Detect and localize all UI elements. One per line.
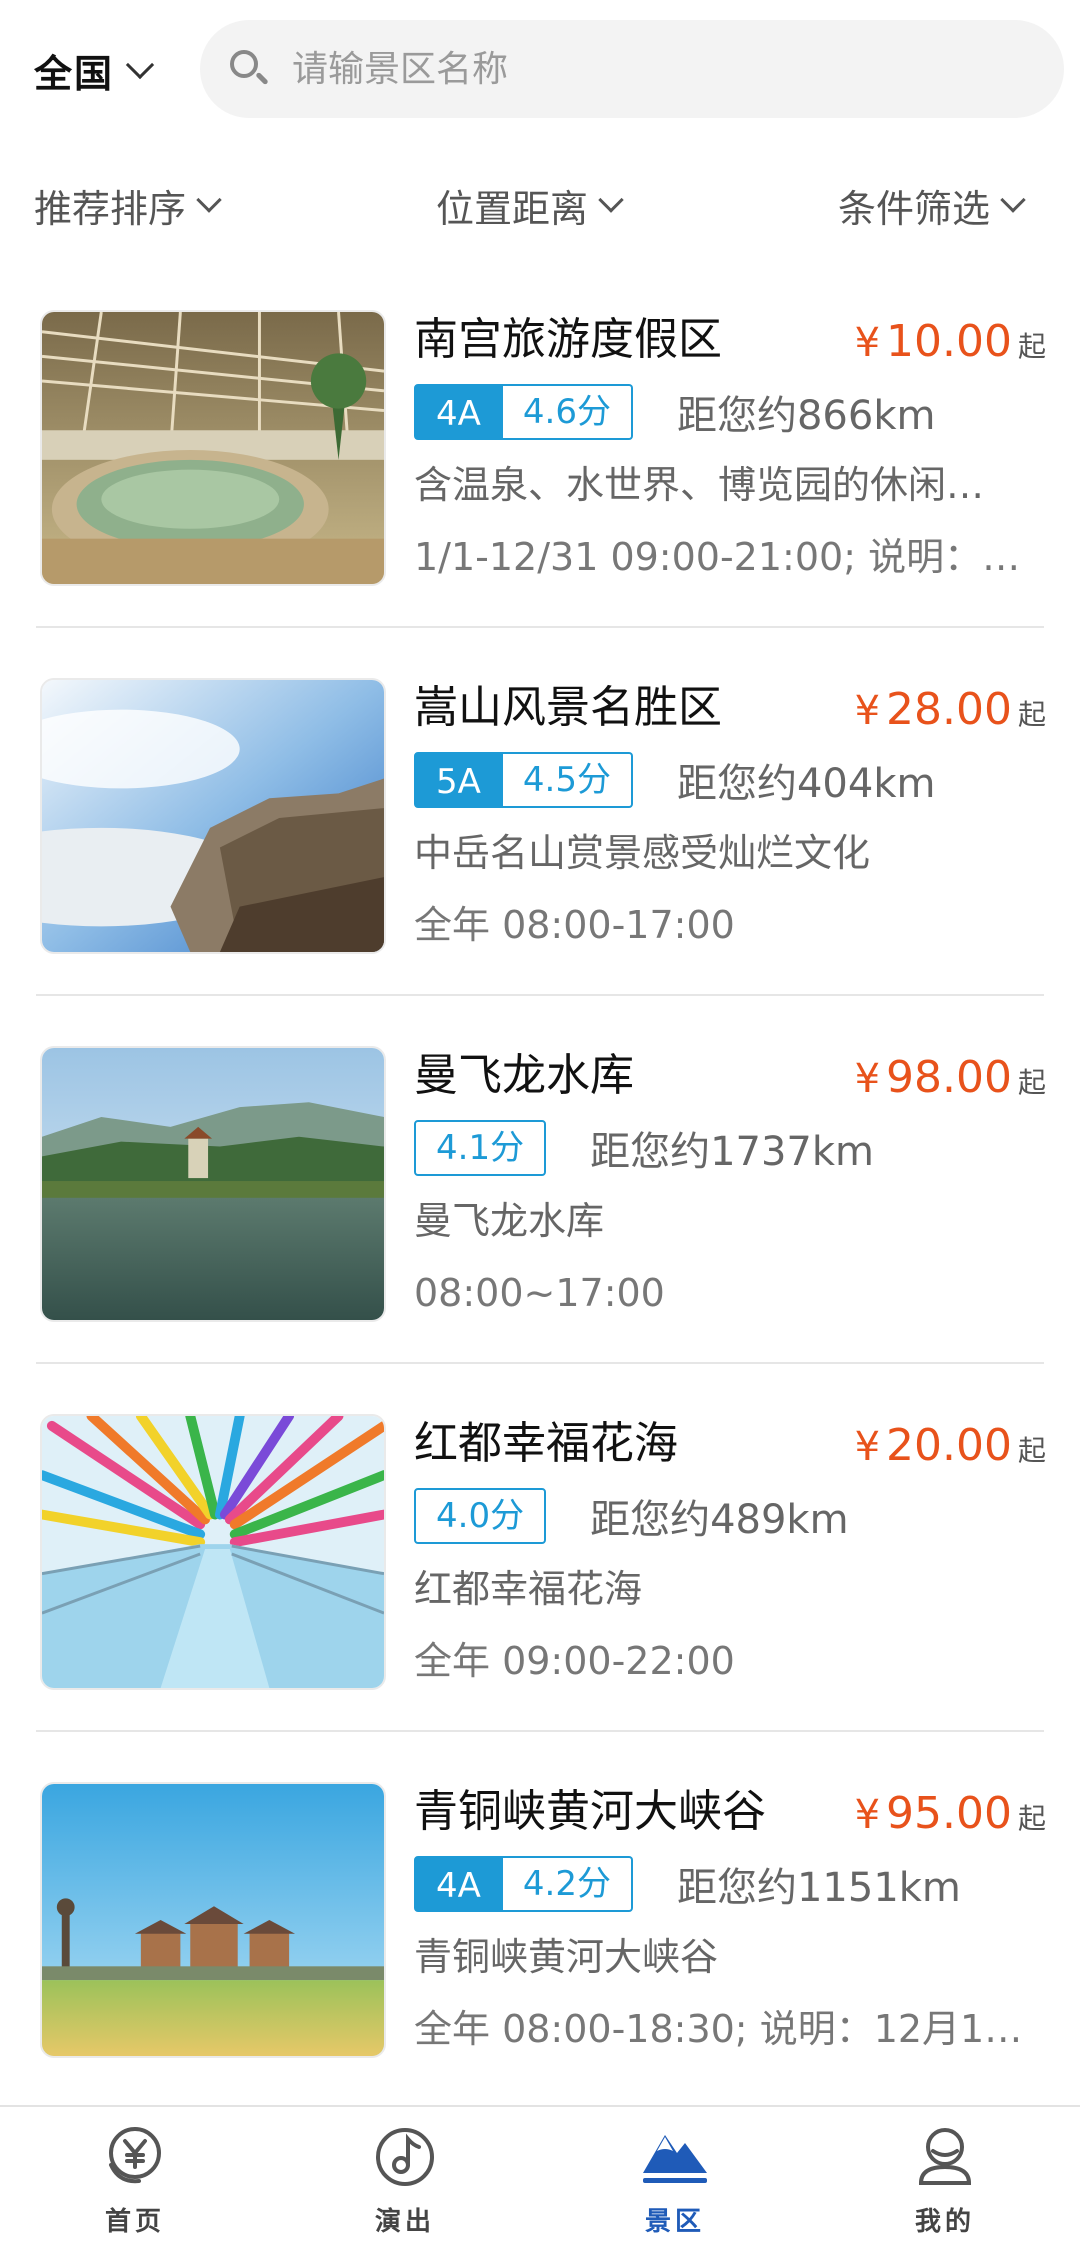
filter-label: 位置距离 <box>436 186 589 231</box>
chevron-down-icon <box>598 187 624 213</box>
item-info: 嵩山风景名胜区 ¥ 28.00 起 5A 4.5分 距您约404km 中岳名山赏… <box>414 678 1046 954</box>
item-tags: 4.1分 距您约1737km <box>414 1120 1046 1176</box>
scenic-thumbnail <box>40 1046 386 1322</box>
tab-label: 我的 <box>914 2207 975 2237</box>
distance-text: 距您约489km <box>590 1497 849 1543</box>
currency-symbol: ¥ <box>854 688 881 734</box>
item-info: 曼飞龙水库 ¥ 98.00 起 4.1分 距您约1737km 曼飞龙水库 08:… <box>414 1046 1046 1322</box>
item-description: 青铜峡黄河大峡谷 <box>414 1935 719 1979</box>
search-bar[interactable] <box>200 20 1064 118</box>
opening-hours: 1/1-12/31 09:00-21:00; 说明：… <box>414 535 1021 579</box>
scenic-thumbnail <box>40 1414 386 1690</box>
distance-text: 距您约404km <box>676 761 936 807</box>
price-value: 10.00 <box>886 316 1012 367</box>
scenic-spot-list: 南宫旅游度假区 ¥ 10.00 起 4A 4.6分 距您约866km 含温泉、水… <box>36 260 1046 2100</box>
tab-home[interactable]: 首页 <box>0 2107 270 2247</box>
item-info: 南宫旅游度假区 ¥ 10.00 起 4A 4.6分 距您约866km 含温泉、水… <box>414 310 1046 586</box>
item-description: 中岳名山赏景感受灿烂文化 <box>414 831 871 875</box>
currency-symbol: ¥ <box>854 1056 881 1102</box>
filter-label: 推荐排序 <box>34 186 187 231</box>
tab-shows[interactable]: 演出 <box>270 2107 540 2247</box>
score-badge: 4.0分 <box>414 1488 547 1544</box>
price: ¥ 20.00 起 <box>855 1420 1046 1471</box>
item-tags: 4A 4.2分 距您约1151km <box>414 1856 1046 1912</box>
tab-scenic[interactable]: 景区 <box>540 2107 810 2247</box>
price-value: 98.00 <box>886 1052 1012 1103</box>
bottom-nav: 首页 演出 景区 我的 <box>0 2105 1080 2247</box>
item-description: 含温泉、水世界、博览园的休闲… <box>414 463 985 507</box>
item-tags: 4.0分 距您约489km <box>414 1488 1046 1544</box>
scenic-thumbnail <box>40 310 386 586</box>
chevron-down-icon <box>196 187 222 213</box>
currency-symbol: ¥ <box>854 1792 881 1838</box>
distance-text: 距您约1151km <box>676 1865 961 1911</box>
item-info: 红都幸福花海 ¥ 20.00 起 4.0分 距您约489km 红都幸福花海 全年… <box>414 1414 1046 1690</box>
price-value: 28.00 <box>886 684 1012 735</box>
list-item[interactable]: 青铜峡黄河大峡谷 ¥ 95.00 起 4A 4.2分 距您约1151km 青铜峡… <box>36 1732 1046 2100</box>
tab-label: 景区 <box>644 2207 705 2237</box>
filter-conditions[interactable]: 条件筛选 <box>838 178 1026 232</box>
search-input[interactable] <box>292 48 1012 90</box>
opening-hours: 全年 08:00-18:30; 说明：12月1… <box>414 2007 1023 2051</box>
distance-text: 距您约1737km <box>590 1129 875 1175</box>
opening-hours: 08:00~17:00 <box>414 1271 665 1315</box>
price: ¥ 28.00 起 <box>855 684 1046 735</box>
chevron-down-icon <box>125 50 155 80</box>
filter-label: 条件筛选 <box>838 186 991 231</box>
profile-icon <box>918 2128 972 2185</box>
search-icon <box>228 48 270 90</box>
chevron-down-icon <box>1000 187 1026 213</box>
price-suffix: 起 <box>1017 330 1046 363</box>
price-suffix: 起 <box>1017 1066 1046 1099</box>
score-badge: 4.1分 <box>414 1120 547 1176</box>
yen-coin-icon <box>109 2127 161 2184</box>
opening-hours: 全年 09:00-22:00 <box>414 1639 735 1683</box>
price: ¥ 10.00 起 <box>855 316 1046 367</box>
item-description: 曼飞龙水库 <box>414 1199 605 1243</box>
filter-bar: 推荐排序 位置距离 条件筛选 <box>0 160 1080 246</box>
tab-label: 演出 <box>374 2207 435 2237</box>
item-info: 青铜峡黄河大峡谷 ¥ 95.00 起 4A 4.2分 距您约1151km 青铜峡… <box>414 1782 1046 2058</box>
grade-badge: 4A <box>414 384 503 440</box>
price-value: 20.00 <box>886 1420 1012 1471</box>
price: ¥ 95.00 起 <box>855 1788 1046 1839</box>
region-label: 全国 <box>34 51 115 96</box>
item-tags: 4A 4.6分 距您约866km <box>414 384 1046 440</box>
music-note-icon <box>376 2128 434 2186</box>
mountain-icon <box>643 2135 707 2183</box>
score-badge: 4.5分 <box>502 752 633 808</box>
scenic-thumbnail <box>40 1782 386 2058</box>
grade-badge: 5A <box>414 752 503 808</box>
price: ¥ 98.00 起 <box>855 1052 1046 1103</box>
list-item[interactable]: 红都幸福花海 ¥ 20.00 起 4.0分 距您约489km 红都幸福花海 全年… <box>36 1364 1046 1732</box>
list-item[interactable]: 曼飞龙水库 ¥ 98.00 起 4.1分 距您约1737km 曼飞龙水库 08:… <box>36 996 1046 1364</box>
price-suffix: 起 <box>1017 698 1046 731</box>
price-value: 95.00 <box>886 1788 1012 1839</box>
score-badge: 4.2分 <box>502 1856 633 1912</box>
grade-badge: 4A <box>414 1856 503 1912</box>
currency-symbol: ¥ <box>854 320 881 366</box>
score-badge: 4.6分 <box>502 384 633 440</box>
opening-hours: 全年 08:00-17:00 <box>414 903 735 947</box>
filter-distance[interactable]: 位置距离 <box>436 178 624 232</box>
filter-sort[interactable]: 推荐排序 <box>34 178 222 232</box>
item-description: 红都幸福花海 <box>414 1567 643 1611</box>
currency-symbol: ¥ <box>854 1424 881 1470</box>
distance-text: 距您约866km <box>676 393 936 439</box>
top-bar: 全国 <box>0 0 1080 140</box>
list-item[interactable]: 嵩山风景名胜区 ¥ 28.00 起 5A 4.5分 距您约404km 中岳名山赏… <box>36 628 1046 996</box>
tab-label: 首页 <box>104 2207 165 2237</box>
region-selector[interactable]: 全国 <box>34 44 155 96</box>
price-suffix: 起 <box>1017 1434 1046 1467</box>
item-tags: 5A 4.5分 距您约404km <box>414 752 1046 808</box>
list-item[interactable]: 南宫旅游度假区 ¥ 10.00 起 4A 4.6分 距您约866km 含温泉、水… <box>36 260 1046 628</box>
tab-profile[interactable]: 我的 <box>810 2107 1080 2247</box>
price-suffix: 起 <box>1017 1802 1046 1835</box>
scenic-thumbnail <box>40 678 386 954</box>
